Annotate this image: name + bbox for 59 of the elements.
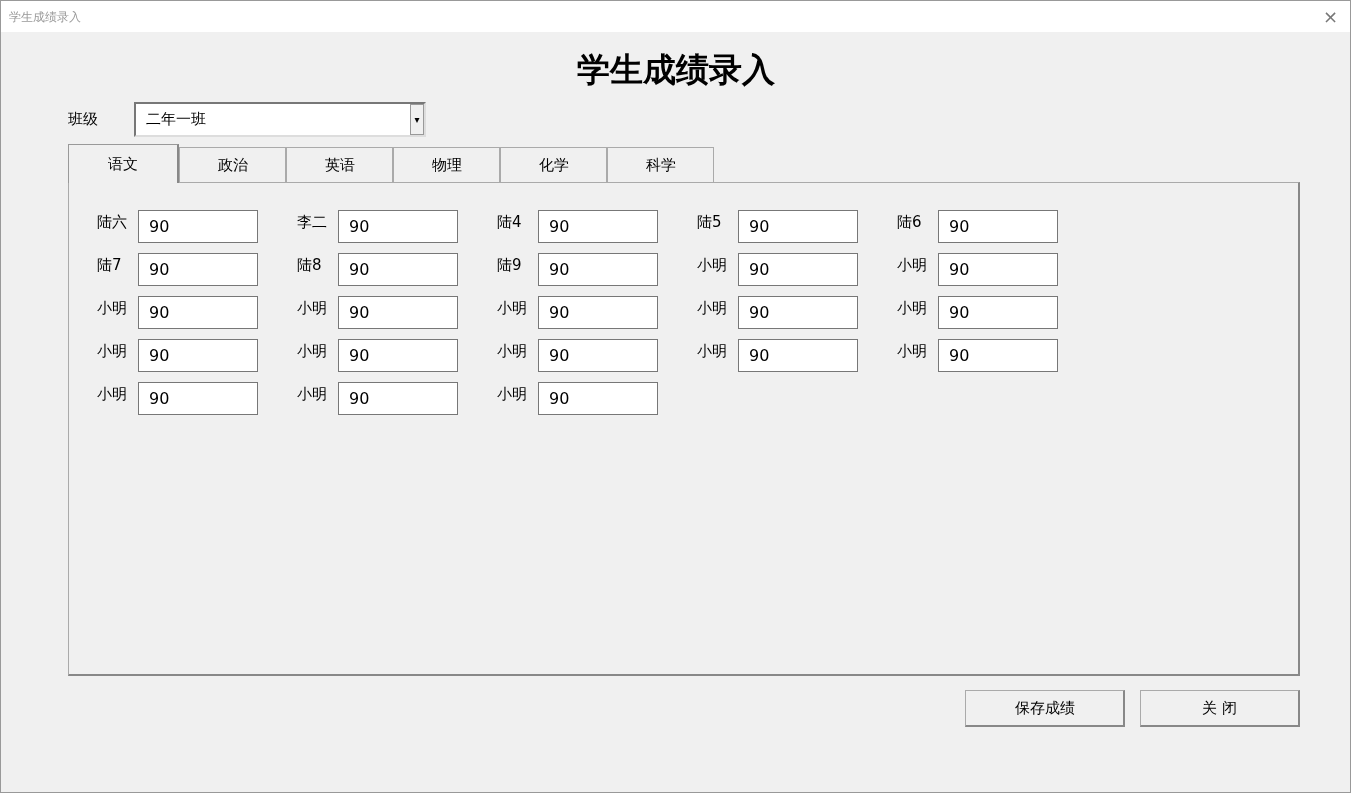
score-field[interactable]: 90 xyxy=(538,253,658,286)
class-label: 班级 xyxy=(68,109,99,131)
student-name: 小明 xyxy=(297,384,328,405)
student-name: 陆4 xyxy=(497,212,523,233)
subject-tab[interactable]: 政治 xyxy=(179,147,286,182)
subject-tab[interactable]: 科学 xyxy=(607,147,714,182)
student-name: 小明 xyxy=(697,341,728,362)
score-field[interactable]: 90 xyxy=(338,296,458,329)
score-field[interactable]: 90 xyxy=(538,382,658,415)
score-field[interactable]: 90 xyxy=(938,253,1058,286)
student-name: 小明 xyxy=(97,341,128,362)
subject-tab[interactable]: 化学 xyxy=(500,147,607,182)
score-field[interactable]: 90 xyxy=(338,382,458,415)
score-field[interactable]: 90 xyxy=(938,210,1058,243)
score-field[interactable]: 90 xyxy=(138,210,258,243)
student-name: 小明 xyxy=(97,384,128,405)
student-name: 李二 xyxy=(297,212,328,233)
score-field[interactable]: 90 xyxy=(338,210,458,243)
close-button[interactable]: × xyxy=(1318,7,1342,26)
subject-tab[interactable]: 物理 xyxy=(393,147,500,182)
score-field[interactable]: 90 xyxy=(538,210,658,243)
subject-tab[interactable]: 语文 xyxy=(68,144,179,183)
score-field[interactable]: 90 xyxy=(138,253,258,286)
student-name: 小明 xyxy=(97,298,128,319)
student-name: 小明 xyxy=(497,384,528,405)
score-field[interactable]: 90 xyxy=(538,296,658,329)
score-field[interactable]: 90 xyxy=(938,296,1058,329)
student-name: 小明 xyxy=(897,341,928,362)
student-name: 小明 xyxy=(697,255,728,276)
score-field[interactable]: 90 xyxy=(738,339,858,372)
score-field[interactable]: 90 xyxy=(138,382,258,415)
window-title: 学生成绩录入 xyxy=(9,8,81,26)
class-dropdown[interactable]: 二年一班 ▾ xyxy=(134,102,426,137)
student-name: 陆六 xyxy=(97,212,128,233)
score-field[interactable]: 90 xyxy=(938,339,1058,372)
student-name: 陆7 xyxy=(97,255,123,276)
score-field[interactable]: 90 xyxy=(138,339,258,372)
form-button[interactable]: 保存成绩 xyxy=(965,690,1125,727)
student-name: 陆9 xyxy=(497,255,523,276)
score-field[interactable]: 90 xyxy=(338,253,458,286)
student-name: 小明 xyxy=(897,298,928,319)
student-name: 小明 xyxy=(297,298,328,319)
form-button[interactable]: 关 闭 xyxy=(1140,690,1300,727)
score-field[interactable]: 90 xyxy=(738,210,858,243)
subject-tab[interactable]: 英语 xyxy=(286,147,393,182)
form-heading: 学生成绩录入 xyxy=(575,49,776,91)
student-name: 陆8 xyxy=(297,255,323,276)
score-field[interactable]: 90 xyxy=(538,339,658,372)
student-name: 小明 xyxy=(297,341,328,362)
student-name: 陆6 xyxy=(897,212,923,233)
student-name: 小明 xyxy=(697,298,728,319)
score-field[interactable]: 90 xyxy=(138,296,258,329)
score-field[interactable]: 90 xyxy=(338,339,458,372)
student-name: 陆5 xyxy=(697,212,723,233)
student-name: 小明 xyxy=(897,255,928,276)
student-name: 小明 xyxy=(497,341,528,362)
student-name: 小明 xyxy=(497,298,528,319)
score-field[interactable]: 90 xyxy=(738,253,858,286)
score-field[interactable]: 90 xyxy=(738,296,858,329)
